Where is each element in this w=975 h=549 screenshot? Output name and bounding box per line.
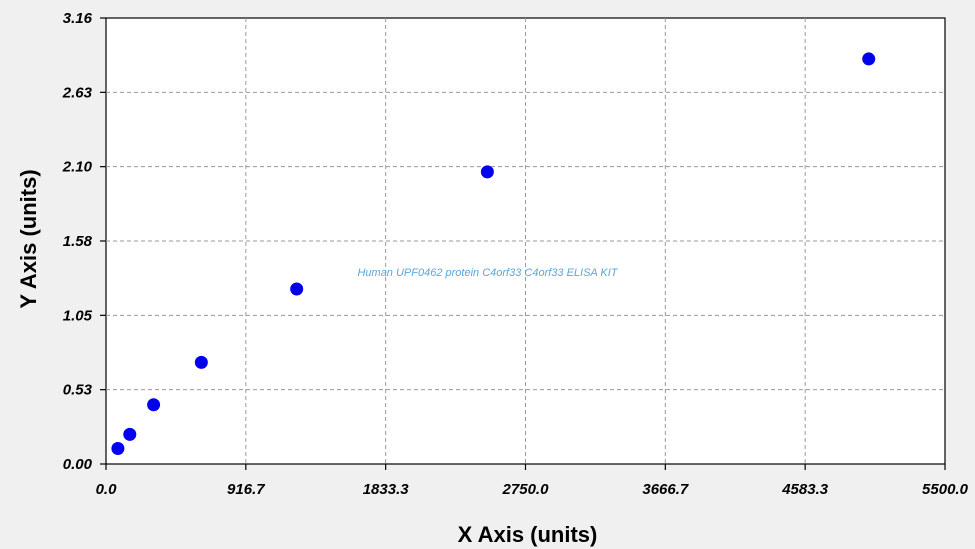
x-tick-label: 1833.3 [363,481,410,498]
x-axis-title: X Axis (units) [458,522,598,547]
y-axis-title: Y Axis (units) [16,169,41,308]
scatter-chart: 0.0 916.7 1833.3 2750.0 3666.7 4583.3 5500.0 0… [16,10,969,547]
x-tick-label: 4583.3 [781,481,829,498]
data-point [111,441,125,455]
chart-container: 0.0 916.7 1833.3 2750.0 3666.7 4583.3 5500.0 0… [0,0,975,549]
x-tick-labels: 0.0 916.7 1833.3 2750.0 3666.7 4583.3 5500.0 [96,481,969,498]
data-point [862,52,876,66]
x-tick-label: 5500.0 [922,481,969,498]
x-tick-label: 2750.0 [502,481,550,498]
y-tick-labels: 0.00 0.53 1.05 1.58 2.10 2.63 3.16 [62,10,93,473]
y-tick-label: 0.00 [63,456,93,473]
data-point [194,355,208,369]
data-point [123,427,137,441]
data-point [480,165,494,179]
y-tick-label: 3.16 [63,10,93,27]
y-tick-label: 1.05 [63,307,93,324]
chart-annotation: Human UPF0462 protein C4orf33 C4orf33 EL… [357,267,618,279]
y-tick-label: 0.53 [63,382,93,399]
data-point [147,398,161,412]
y-tick-label: 1.58 [63,233,93,250]
x-tick-label: 3666.7 [642,481,689,498]
x-tick-label: 916.7 [227,481,265,498]
x-tick-label: 0.0 [96,481,118,498]
data-point [290,282,304,296]
y-tick-label: 2.10 [62,159,93,176]
y-tick-label: 2.63 [62,84,93,101]
